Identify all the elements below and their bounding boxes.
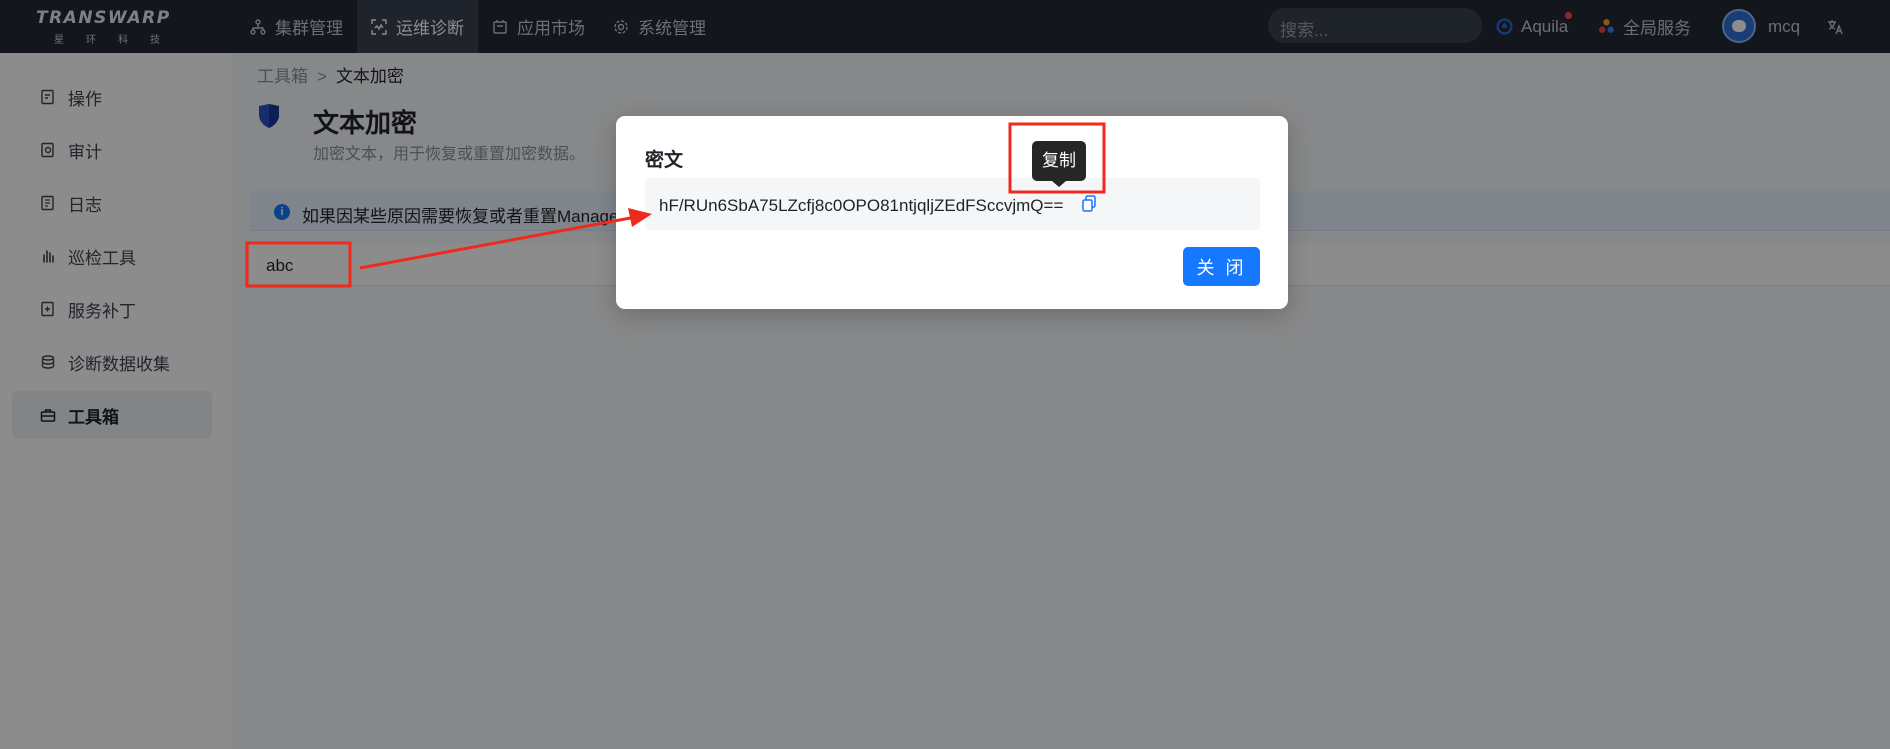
ciphertext-box: hF/RUn6SbA75LZcfj8c0OPO81ntjqljZEdFSccvj… [645, 178, 1260, 230]
copy-tooltip: 复制 [1032, 141, 1086, 187]
copy-icon[interactable] [1081, 195, 1097, 213]
modal-mask[interactable] [0, 0, 1890, 749]
ciphertext-modal: 密文 hF/RUn6SbA75LZcfj8c0OPO81ntjqljZEdFSc… [616, 116, 1288, 309]
close-button[interactable]: 关 闭 [1183, 247, 1260, 286]
ciphertext-value[interactable]: hF/RUn6SbA75LZcfj8c0OPO81ntjqljZEdFSccvj… [659, 196, 1063, 216]
modal-title: 密文 [645, 150, 684, 171]
